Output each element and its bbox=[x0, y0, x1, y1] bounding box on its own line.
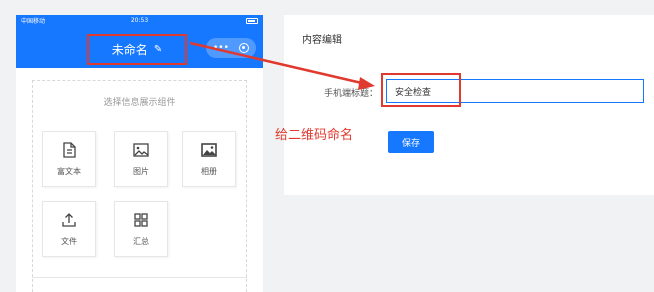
image-icon bbox=[133, 143, 149, 157]
battery-icon bbox=[246, 17, 258, 24]
grid-icon bbox=[134, 213, 148, 227]
component-image[interactable]: 图片 bbox=[114, 131, 168, 187]
screen: 中国移动 20:53 未命名 ✎ ••• 选择信息展示组件 富文本 图片 相册 … bbox=[0, 0, 654, 292]
component-album[interactable]: 相册 bbox=[182, 131, 236, 187]
page-title-editor[interactable]: 未命名 ✎ bbox=[87, 34, 187, 65]
component-picker: 选择信息展示组件 富文本 图片 相册 文件 汇总 bbox=[16, 68, 263, 292]
phone-preview: 中国移动 20:53 未命名 ✎ ••• 选择信息展示组件 富文本 图片 相册 … bbox=[16, 15, 263, 292]
component-label: 文件 bbox=[61, 237, 77, 246]
component-label: 相册 bbox=[201, 167, 217, 176]
divider bbox=[32, 277, 247, 278]
component-label: 汇总 bbox=[133, 237, 149, 246]
page-title: 未命名 bbox=[111, 43, 148, 57]
input-highlight-box bbox=[381, 73, 461, 107]
save-button[interactable]: 保存 bbox=[388, 131, 434, 153]
album-icon bbox=[201, 143, 217, 157]
component-label: 富文本 bbox=[57, 167, 81, 176]
annotation-text: 给二维码命名 bbox=[275, 128, 354, 143]
mobile-title-label: 手机端标题： bbox=[324, 89, 379, 99]
picker-area: 选择信息展示组件 富文本 图片 相册 文件 汇总 bbox=[32, 80, 247, 292]
capsule-menu: ••• bbox=[206, 38, 256, 58]
content-editor-panel: 内容编辑 手机端标题： 保存 bbox=[284, 15, 654, 195]
pencil-icon[interactable]: ✎ bbox=[154, 44, 162, 55]
component-summary[interactable]: 汇总 bbox=[114, 201, 168, 257]
component-richtext[interactable]: 富文本 bbox=[42, 131, 96, 187]
carrier-label: 中国移动 bbox=[21, 18, 46, 25]
target-icon[interactable] bbox=[239, 43, 249, 53]
document-icon bbox=[63, 142, 76, 158]
component-label: 图片 bbox=[133, 167, 149, 176]
status-time: 20:53 bbox=[130, 17, 149, 24]
component-file[interactable]: 文件 bbox=[42, 201, 96, 257]
panel-title: 内容编辑 bbox=[302, 35, 342, 46]
status-bar: 中国移动 20:53 bbox=[16, 15, 263, 26]
ellipsis-icon[interactable]: ••• bbox=[213, 43, 229, 53]
title-bar: 未命名 ✎ ••• bbox=[16, 26, 263, 68]
picker-title: 选择信息展示组件 bbox=[103, 98, 176, 108]
upload-icon bbox=[62, 213, 76, 227]
